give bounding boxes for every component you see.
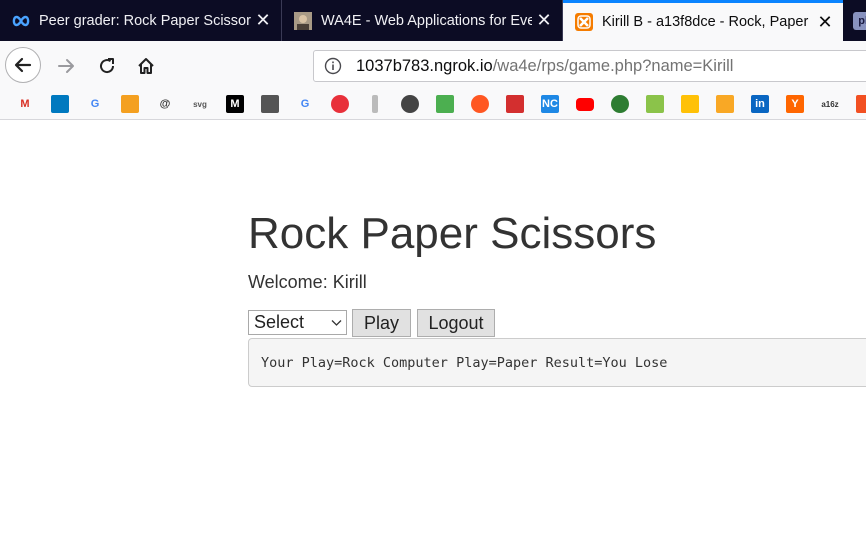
translate-icon[interactable]: G: [296, 95, 314, 113]
google-icon[interactable]: G: [86, 95, 104, 113]
tab-wa4e[interactable]: WA4E - Web Applications for Everybody ✕: [282, 0, 563, 41]
result-box: Your Play=Rock Computer Play=Paper Resul…: [248, 338, 866, 387]
xampp-icon: [575, 13, 593, 31]
gmail-icon[interactable]: M: [16, 95, 34, 113]
navigation-bar: 1037b783.ngrok.io/wa4e/rps/game.php?name…: [0, 41, 866, 90]
info-icon[interactable]: [324, 57, 344, 75]
globe-icon[interactable]: [401, 95, 419, 113]
sheet-icon[interactable]: [646, 95, 664, 113]
reload-button[interactable]: [94, 53, 120, 79]
select-value: Select: [254, 312, 305, 332]
tab-strip: Peer grader: Rock Paper Scissors ✕ WA4E …: [0, 0, 866, 41]
linkedin-icon[interactable]: in: [751, 95, 769, 113]
a16z-icon[interactable]: a16z: [821, 95, 839, 113]
close-icon[interactable]: ✕: [813, 12, 837, 33]
orange-circle-icon[interactable]: [471, 95, 489, 113]
close-icon[interactable]: ✕: [532, 10, 556, 31]
windows-icon[interactable]: [856, 95, 866, 113]
battery-icon[interactable]: [372, 95, 378, 113]
page-title: Rock Paper Scissors: [248, 209, 657, 258]
cube-icon[interactable]: [261, 95, 279, 113]
medium-icon[interactable]: M: [226, 95, 244, 113]
back-button[interactable]: [5, 47, 41, 83]
welcome-text: Welcome: Kirill: [248, 272, 367, 292]
avatar-favicon-icon: [294, 11, 312, 30]
at-icon[interactable]: @: [156, 95, 174, 113]
human-choice-select[interactable]: Select: [248, 310, 347, 335]
url-bar[interactable]: 1037b783.ngrok.io/wa4e/rps/game.php?name…: [313, 50, 866, 82]
svg-icon[interactable]: svg: [191, 95, 209, 113]
tab-kirill-game[interactable]: Kirill B - a13f8dce - Rock, Paper Scisso…: [563, 0, 843, 41]
home-icon: [138, 58, 154, 74]
tab-title: WA4E - Web Applications for Everybody: [321, 12, 532, 29]
recycle-icon[interactable]: [611, 95, 629, 113]
trello-icon[interactable]: [51, 95, 69, 113]
close-icon[interactable]: ✕: [251, 10, 275, 31]
url-path: /wa4e/rps/game.php?name=Kirill: [492, 56, 734, 75]
logout-button[interactable]: Logout: [417, 309, 495, 337]
tab-title: Peer grader: Rock Paper Scissors: [39, 12, 251, 29]
bookmarks-toolbar: M G @ svg M G NC in Ya16z: [0, 90, 866, 120]
bank-icon[interactable]: [506, 95, 524, 113]
nc-icon[interactable]: NC: [541, 95, 559, 113]
arrow-right-icon: [58, 59, 74, 73]
php-icon: ph: [853, 11, 866, 30]
tab-peer-grader[interactable]: Peer grader: Rock Paper Scissors ✕: [0, 0, 282, 41]
pencil-icon[interactable]: [121, 95, 139, 113]
tab-title: Kirill B - a13f8dce - Rock, Paper Scisso…: [602, 14, 813, 30]
play-button[interactable]: Play: [352, 309, 411, 337]
wheel-icon[interactable]: [331, 95, 349, 113]
analytics-icon[interactable]: [716, 95, 734, 113]
coursera-infinity-icon: [12, 12, 30, 30]
arrow-left-icon: [14, 57, 32, 73]
chevron-down-icon: [331, 314, 342, 330]
forward-button[interactable]: [53, 53, 79, 79]
home-button[interactable]: [133, 53, 159, 79]
youtube-icon[interactable]: [576, 98, 594, 111]
plus-icon[interactable]: [681, 95, 699, 113]
tab-php[interactable]: ph: [843, 0, 866, 41]
leaf-icon[interactable]: [436, 95, 454, 113]
reload-icon: [100, 58, 115, 74]
url-host: 1037b783.ngrok.io: [356, 56, 493, 75]
ycombinator-icon[interactable]: Y: [786, 95, 804, 113]
